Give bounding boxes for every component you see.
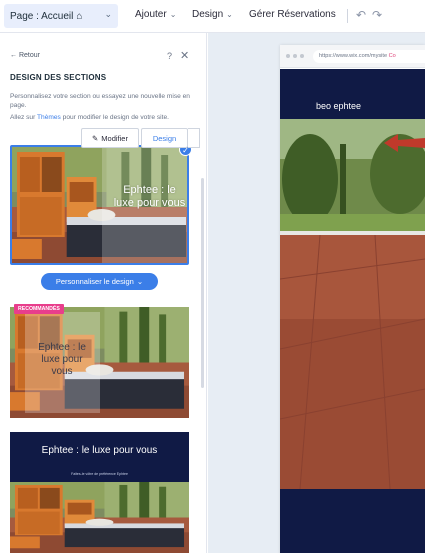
toolbar-divider — [347, 9, 348, 23]
themes-hint-prefix: Allez sur — [10, 114, 37, 121]
menu-gerer-reservations[interactable]: Gérer Réservations — [249, 9, 336, 20]
layout-card-selected[interactable]: Ephtee : le luxe pour vous — [10, 145, 189, 265]
chevron-down-icon: ⌄ — [226, 10, 233, 19]
editor-canvas: https://www.wix.com/mysite Co beo ephtee — [208, 33, 425, 553]
url-bar: https://www.wix.com/mysite Co — [313, 50, 425, 63]
home-icon: ⌂ — [76, 10, 83, 22]
window-dot-icon — [300, 54, 304, 58]
customize-design-label: Personnaliser le design — [55, 277, 134, 286]
menu-ajouter[interactable]: Ajouter ⌄ — [135, 9, 176, 20]
section-design-button-label: Design — [152, 133, 177, 143]
hero-photo[interactable] — [280, 119, 425, 489]
site-footer[interactable] — [280, 489, 425, 553]
modify-button[interactable]: ✎ Modifier — [81, 128, 139, 148]
url-text: https://www.wix.com/mysite — [319, 53, 388, 59]
customize-design-button[interactable]: Personnaliser le design ⌄ — [41, 273, 158, 290]
url-suffix: Co — [388, 53, 396, 59]
panel-scrollbar[interactable] — [201, 178, 204, 388]
page-selector-label: Page : Accueil — [10, 10, 74, 22]
menu-design-label: Design — [192, 9, 224, 20]
close-icon[interactable]: ✕ — [180, 49, 189, 62]
menu-ajouter-label: Ajouter — [135, 9, 167, 20]
site-header[interactable] — [280, 69, 425, 119]
panel-themes-hint: Allez sur Thèmes pour modifier le design… — [10, 113, 195, 122]
back-link[interactable]: ← Retour — [10, 52, 40, 59]
card-overlay-title: Ephtee : le luxe pour vous — [38, 342, 86, 377]
window-dot-icon — [293, 54, 297, 58]
panel-title: DESIGN DES SECTIONS — [10, 73, 107, 82]
annotation-arrow-icon — [384, 134, 425, 152]
chevron-down-icon: ⌄ — [136, 277, 144, 286]
pencil-icon: ✎ — [92, 133, 99, 143]
card-overlay-title: Ephtee : le luxe pour vous — [113, 184, 186, 209]
recommended-badge: RECOMMANDÉS — [14, 304, 64, 314]
modify-button-label: Modifier — [101, 133, 128, 143]
undo-icon[interactable]: ↶ — [356, 8, 366, 22]
browser-bar: https://www.wix.com/mysite Co — [280, 45, 425, 68]
help-icon[interactable]: ? — [167, 51, 172, 61]
chevron-down-icon: ⌄ — [169, 10, 177, 19]
layout-card-recommended[interactable]: Ephtee : le luxe pour vous — [10, 307, 189, 418]
layout-card-navy-header[interactable]: Ephtee : le luxe pour vous Faites-le vôt… — [10, 432, 189, 553]
layout-thumbnail-image — [10, 482, 189, 553]
window-dot-icon — [286, 54, 290, 58]
card-subtitle: Faites-le vôtre de préférence Ephtee — [71, 472, 128, 476]
section-design-button[interactable]: Design — [141, 128, 188, 148]
card-title: Ephtee : le luxe pour vous — [41, 445, 158, 456]
site-name: beo ephtee — [316, 101, 362, 111]
page-selector[interactable]: Page : Accueil ⌂ ⌄ — [4, 4, 118, 28]
site-preview: https://www.wix.com/mysite Co beo ephtee — [280, 45, 425, 553]
chevron-down-icon: ⌄ — [104, 9, 112, 19]
section-more-button[interactable] — [188, 128, 200, 148]
menu-gerer-reservations-label: Gérer Réservations — [249, 9, 336, 20]
redo-icon[interactable]: ↷ — [372, 8, 382, 22]
themes-hint-suffix: pour modifier le design de votre site. — [60, 114, 169, 121]
themes-link[interactable]: Thèmes — [37, 114, 61, 121]
panel-description: Personnalisez votre section ou essayez u… — [10, 93, 190, 109]
editor-topbar: Page : Accueil ⌂ ⌄ Ajouter ⌄ Design ⌄ Gé… — [0, 0, 425, 33]
menu-design[interactable]: Design ⌄ — [192, 9, 233, 20]
